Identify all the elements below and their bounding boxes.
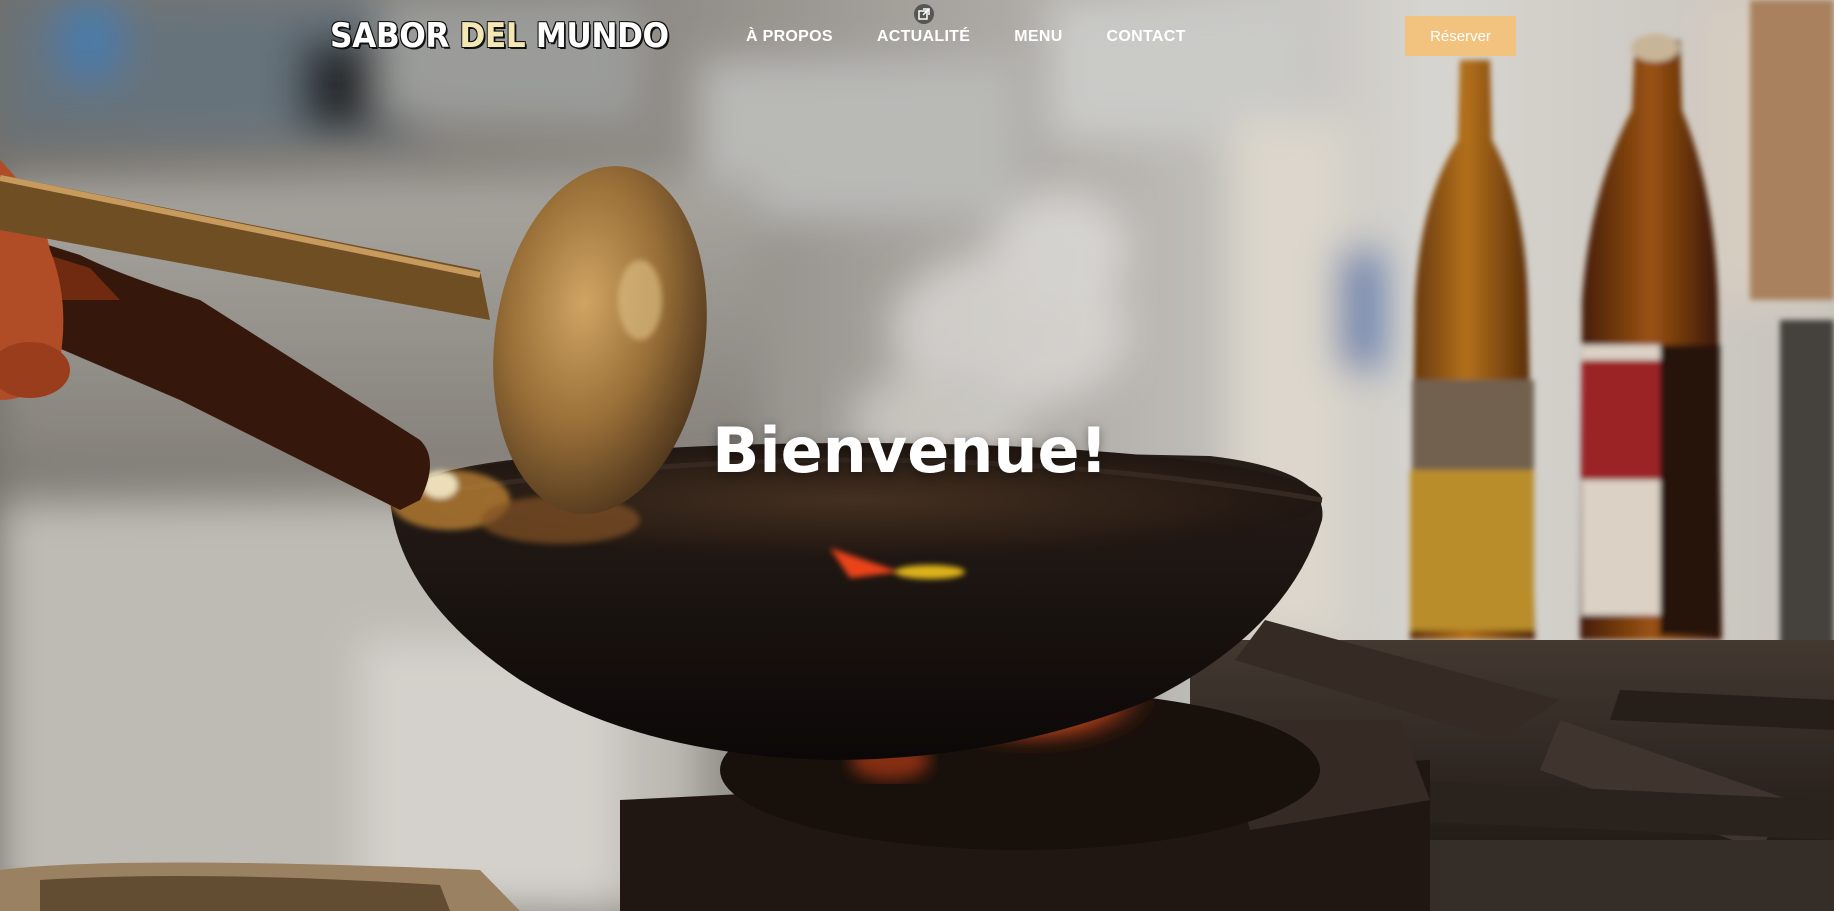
main-nav: À PROPOS ACTUALITÉ MENU CONTACT — [746, 4, 1186, 46]
hero-title: Bienvenue! — [712, 413, 1108, 487]
logo-part-2: DEL — [459, 16, 526, 56]
logo-part-1: SABOR — [330, 16, 460, 56]
hero-section: SABOR DEL MUNDO À PROPOS ACTUALITÉ MENU … — [0, 0, 1834, 911]
site-header: SABOR DEL MUNDO À PROPOS ACTUALITÉ MENU … — [0, 0, 1834, 80]
nav-item-a-propos[interactable]: À PROPOS — [746, 28, 833, 46]
nav-item-actualite[interactable]: ACTUALITÉ — [876, 4, 971, 46]
nav-item-menu[interactable]: MENU — [1014, 28, 1062, 46]
nav-item-actualite-label: ACTUALITÉ — [876, 28, 971, 45]
nav-item-contact[interactable]: CONTACT — [1107, 28, 1186, 46]
logo-part-3: MUNDO — [525, 16, 669, 56]
site-logo[interactable]: SABOR DEL MUNDO — [330, 16, 669, 56]
external-link-icon — [913, 4, 934, 24]
reserve-button[interactable]: Réserver — [1405, 16, 1516, 56]
